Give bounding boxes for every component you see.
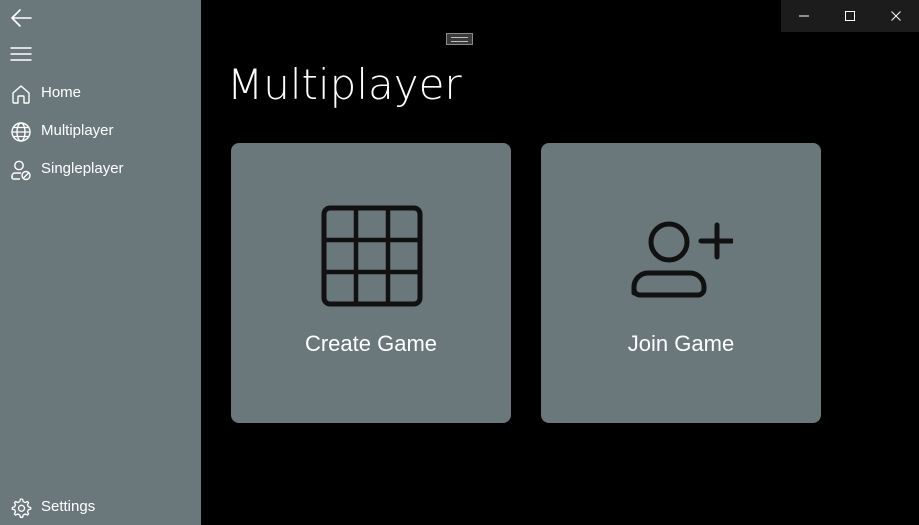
close-icon: [891, 11, 901, 21]
drag-handle-icon[interactable]: [446, 33, 473, 45]
person-icon: [11, 160, 31, 181]
hamburger-menu-icon: [10, 47, 32, 61]
window-controls: [781, 0, 919, 32]
sidebar-item-label: Settings: [41, 498, 96, 515]
maximize-icon: [845, 11, 855, 21]
card-label: Join Game: [627, 331, 735, 356]
app-window: Home Multiplayer Singleplayer Settings M…: [0, 0, 919, 525]
navigation-pane: Home Multiplayer Singleplayer Settings: [0, 0, 201, 525]
menu-toggle-button[interactable]: [6, 40, 36, 68]
gear-icon: [11, 498, 32, 518]
page-title: Multiplayer: [227, 60, 462, 109]
sidebar-item-label: Multiplayer: [41, 122, 114, 139]
sidebar-item-label: Singleplayer: [41, 160, 124, 177]
minimize-icon: [799, 15, 809, 17]
home-icon: [12, 85, 30, 104]
back-arrow-icon: [11, 9, 32, 27]
back-button[interactable]: [6, 4, 36, 32]
sidebar-item-settings[interactable]: Settings: [0, 489, 201, 525]
join-game-button[interactable]: Join Game: [541, 143, 821, 423]
sidebar-item-home[interactable]: Home: [0, 75, 201, 111]
card-label: Create Game: [304, 331, 438, 356]
minimize-button[interactable]: [781, 0, 827, 32]
grid-icon: [321, 205, 423, 307]
close-button[interactable]: [873, 0, 919, 32]
sidebar-item-multiplayer[interactable]: Multiplayer: [0, 113, 201, 149]
sidebar-item-singleplayer[interactable]: Singleplayer: [0, 151, 201, 187]
sidebar-item-label: Home: [41, 84, 82, 101]
maximize-button[interactable]: [827, 0, 873, 32]
add-person-icon: [631, 221, 733, 298]
create-game-button[interactable]: Create Game: [231, 143, 511, 423]
globe-icon: [11, 122, 31, 142]
